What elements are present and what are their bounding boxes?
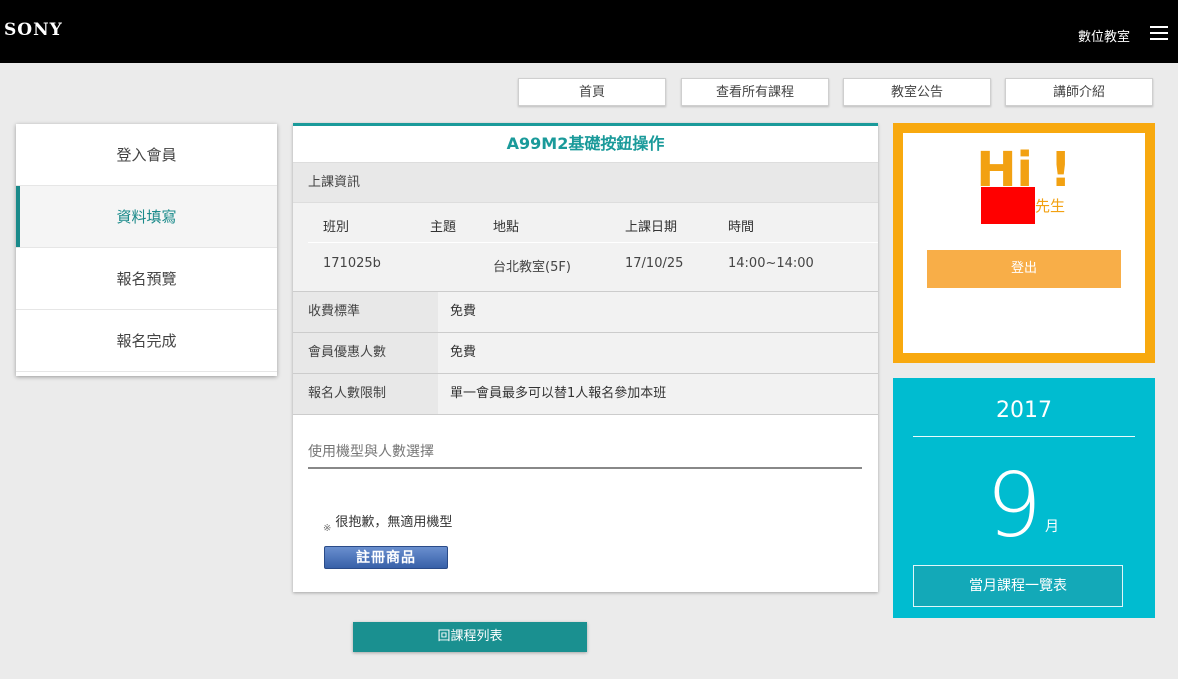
- calendar-card: 2017 9 月 當月課程一覽表: [893, 378, 1155, 618]
- fee-value: 免費: [438, 292, 878, 332]
- calendar-month-unit: 月: [1045, 519, 1059, 535]
- step-fill-data[interactable]: 資料填寫: [16, 186, 277, 248]
- registration-steps: 登入會員 資料填寫 報名預覽 報名完成: [16, 124, 277, 376]
- logout-button[interactable]: 登出: [927, 250, 1121, 288]
- top-bar: SONY 數位教室: [0, 0, 1178, 63]
- nav-all-courses-button[interactable]: 查看所有課程: [681, 78, 829, 106]
- no-model-note: ※ 很抱歉，無適用機型: [323, 511, 453, 534]
- redacted-name: [981, 187, 1035, 224]
- schedule-header-date: 上課日期: [625, 220, 678, 235]
- member-discount-row: 會員優惠人數 免費: [293, 333, 878, 374]
- nav-home-button[interactable]: 首頁: [518, 78, 666, 106]
- schedule-header-topic: 主題: [430, 220, 457, 235]
- honorific: 先生: [1035, 197, 1066, 215]
- step-complete[interactable]: 報名完成: [16, 310, 277, 372]
- monthly-courses-button[interactable]: 當月課程一覽表: [913, 565, 1123, 607]
- schedule-header-class: 班別: [323, 220, 350, 235]
- fee-row: 收費標準 免費: [293, 292, 878, 333]
- model-select-field[interactable]: 使用機型與人數選擇: [308, 441, 862, 469]
- course-panel: A99M2基礎按鈕操作 上課資訊 班別 主題 地點 上課日期 時間 171025…: [293, 123, 878, 592]
- note-mark: ※: [323, 523, 332, 534]
- fee-label: 收費標準: [293, 292, 438, 332]
- step-login[interactable]: 登入會員: [16, 124, 277, 186]
- course-title: A99M2基礎按鈕操作: [506, 134, 665, 153]
- member-discount-label: 會員優惠人數: [293, 333, 438, 373]
- section-title: 上課資訊: [293, 162, 878, 203]
- nav-announcements-button[interactable]: 教室公告: [843, 78, 991, 106]
- schedule-header-time: 時間: [728, 220, 755, 235]
- registration-limit-row: 報名人數限制 單一會員最多可以替1人報名參加本班: [293, 374, 878, 415]
- nav-instructors-button[interactable]: 講師介紹: [1005, 78, 1153, 106]
- menu-icon[interactable]: [1150, 26, 1168, 40]
- register-product-button[interactable]: 註冊商品: [324, 546, 448, 569]
- schedule-table: 班別 主題 地點 上課日期 時間 171025b 台北教室(5F) 17/10/…: [293, 203, 878, 292]
- schedule-date: 17/10/25: [625, 256, 684, 271]
- schedule-time: 14:00~14:00: [728, 256, 814, 271]
- user-card: Hi ! 先生 登出: [893, 123, 1155, 363]
- schedule-location: 台北教室(5F): [493, 260, 571, 275]
- sony-logo[interactable]: SONY: [4, 20, 63, 40]
- schedule-header-location: 地點: [493, 220, 520, 235]
- back-to-course-list-button[interactable]: 回課程列表: [353, 622, 587, 652]
- site-name[interactable]: 數位教室: [1078, 26, 1130, 45]
- registration-limit-value: 單一會員最多可以替1人報名參加本班: [438, 374, 878, 414]
- calendar-divider: [913, 436, 1135, 437]
- calendar-month: 9: [986, 454, 1042, 557]
- note-text: 很抱歉，無適用機型: [335, 515, 453, 530]
- schedule-class: 171025b: [323, 256, 381, 271]
- calendar-year: 2017: [996, 398, 1052, 423]
- registration-limit-label: 報名人數限制: [293, 374, 438, 414]
- member-discount-value: 免費: [438, 333, 878, 373]
- step-preview[interactable]: 報名預覽: [16, 248, 277, 310]
